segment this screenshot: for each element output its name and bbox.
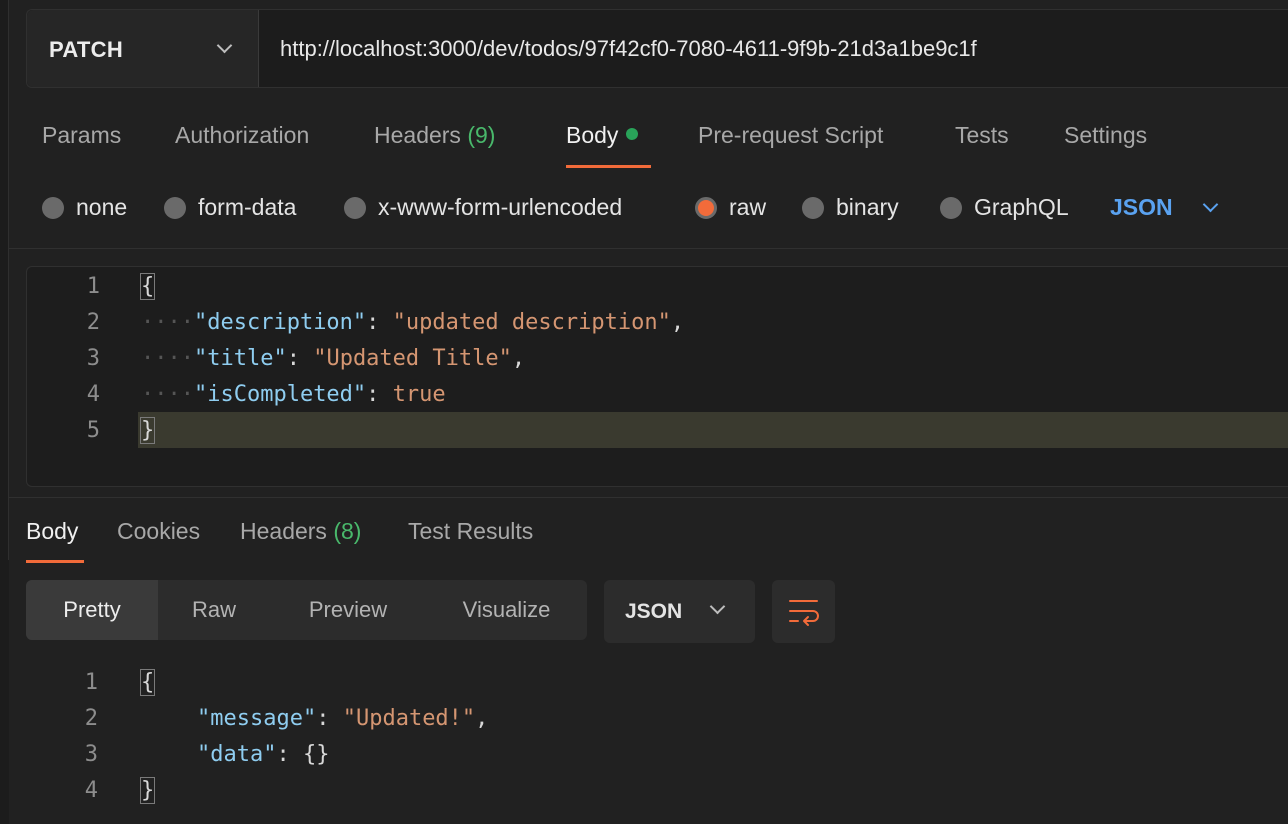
left-sidebar-edge <box>0 0 9 824</box>
code-line: } <box>139 417 156 444</box>
radio-graphql[interactable]: GraphQL <box>940 194 1069 221</box>
divider <box>9 248 1288 249</box>
line-number: 1 <box>86 274 100 299</box>
view-pretty[interactable]: Pretty <box>26 580 158 640</box>
radio-raw[interactable]: raw <box>695 194 766 221</box>
radio-form-data[interactable]: form-data <box>164 194 296 221</box>
code-line: ····"isCompleted": true <box>141 382 446 407</box>
code-line: "message": "Updated!", <box>197 706 489 731</box>
radio-none[interactable]: none <box>42 194 127 221</box>
chevron-down-icon <box>216 37 233 54</box>
line-number: 3 <box>84 742 98 767</box>
radio-circle-icon <box>42 197 64 219</box>
url-input[interactable]: http://localhost:3000/dev/todos/97f42cf0… <box>280 36 977 62</box>
line-number: 2 <box>86 310 100 335</box>
status-dot-icon <box>626 128 639 140</box>
code-line: { <box>139 669 156 696</box>
radio-circle-icon <box>802 197 824 219</box>
request-body-editor[interactable] <box>26 266 1288 487</box>
response-format-select[interactable]: JSON <box>604 580 755 643</box>
chevron-down-icon <box>709 598 726 615</box>
radio-x-www-form-urlencoded[interactable]: x-www-form-urlencoded <box>344 194 622 221</box>
radio-circle-icon <box>164 197 186 219</box>
tab-body[interactable]: Body <box>566 122 639 149</box>
tab-tests[interactable]: Tests <box>955 122 1009 149</box>
tab-pre-request-script[interactable]: Pre-request Script <box>698 122 883 149</box>
active-tab-indicator <box>26 560 84 563</box>
chevron-down-icon[interactable] <box>1202 196 1219 213</box>
view-preview[interactable]: Preview <box>270 580 426 640</box>
tab-headers[interactable]: Headers (9) <box>374 122 495 149</box>
view-raw[interactable]: Raw <box>158 580 270 640</box>
active-tab-indicator <box>566 165 651 168</box>
radio-circle-icon <box>940 197 962 219</box>
code-line: } <box>139 777 156 804</box>
radio-binary[interactable]: binary <box>802 194 899 221</box>
tab-settings[interactable]: Settings <box>1064 122 1147 149</box>
divider <box>9 497 1288 498</box>
line-number: 3 <box>86 346 100 371</box>
response-tab-body[interactable]: Body <box>26 518 78 545</box>
response-tab-test-results[interactable]: Test Results <box>408 518 533 545</box>
headers-count: (9) <box>467 122 496 148</box>
body-format-select[interactable]: JSON <box>1110 194 1173 221</box>
line-number: 4 <box>84 778 98 803</box>
code-line: { <box>139 273 156 300</box>
code-line: ····"description": "updated description"… <box>141 310 685 335</box>
line-number: 2 <box>84 706 98 731</box>
wrap-lines-icon <box>789 600 819 626</box>
tab-authorization[interactable]: Authorization <box>175 122 309 149</box>
response-tab-headers[interactable]: Headers (8) <box>240 518 361 545</box>
line-number: 1 <box>84 670 98 695</box>
method-label: PATCH <box>49 37 124 62</box>
code-line: ····"title": "Updated Title", <box>141 346 526 371</box>
wrap-lines-button[interactable] <box>772 580 835 643</box>
headers-count: (8) <box>333 518 362 544</box>
current-line-highlight <box>138 412 1288 448</box>
view-visualize[interactable]: Visualize <box>426 580 587 640</box>
response-tab-cookies[interactable]: Cookies <box>117 518 200 545</box>
url-bar: PATCH http://localhost:3000/dev/todos/97… <box>26 9 1288 88</box>
code-line: "data": {} <box>197 742 330 767</box>
view-mode-segment: Pretty Raw Preview Visualize <box>26 580 587 640</box>
radio-circle-icon <box>344 197 366 219</box>
tab-params[interactable]: Params <box>42 122 121 149</box>
method-select[interactable]: PATCH <box>27 10 259 87</box>
line-number: 5 <box>86 418 100 443</box>
radio-selected-icon <box>695 197 717 219</box>
line-number: 4 <box>86 382 100 407</box>
